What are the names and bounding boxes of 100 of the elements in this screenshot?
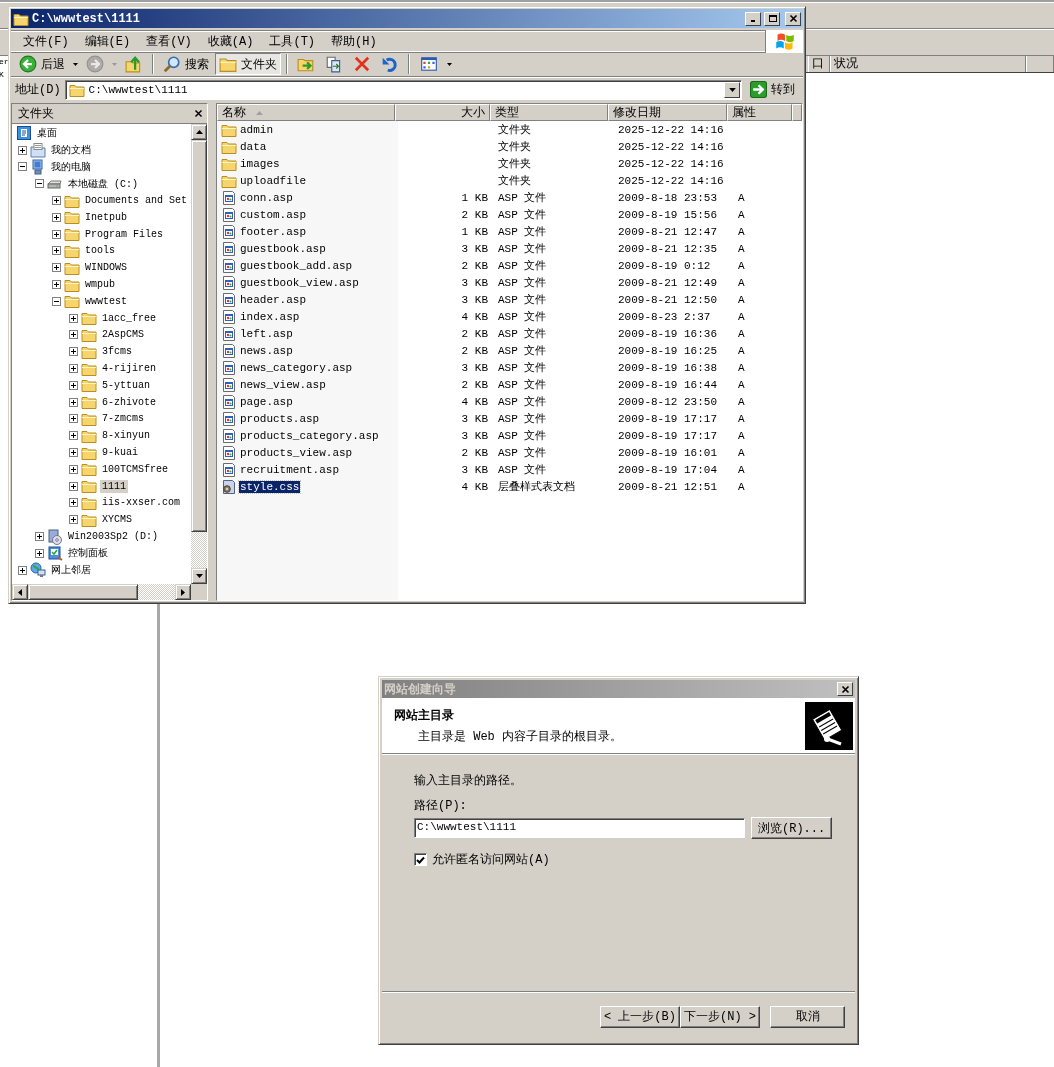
address-field[interactable]: C:\wwwtest\1111: [64, 79, 742, 100]
expand-toggle[interactable]: [69, 464, 78, 474]
file-name[interactable]: conn.asp: [239, 191, 294, 204]
scroll-left-button[interactable]: [12, 584, 28, 600]
column-header[interactable]: 口: [808, 56, 830, 72]
expand-toggle[interactable]: [52, 212, 61, 222]
tree-item[interactable]: wmpub: [83, 278, 117, 292]
folders-button[interactable]: 文件夹: [215, 53, 281, 75]
file-name[interactable]: images: [239, 157, 281, 170]
expand-toggle[interactable]: [69, 380, 78, 390]
file-name[interactable]: guestbook_add.asp: [239, 259, 354, 272]
tree-item[interactable]: WINDOWS: [83, 261, 129, 275]
file-name[interactable]: products.asp: [239, 412, 321, 425]
tree-item[interactable]: 我的电脑: [49, 159, 93, 175]
expand-toggle[interactable]: [69, 481, 78, 491]
expand-toggle[interactable]: [35, 548, 44, 558]
expand-toggle[interactable]: [35, 532, 44, 541]
expand-toggle[interactable]: [69, 364, 78, 374]
back-button[interactable]: < 上一步(B): [599, 1005, 680, 1028]
expand-toggle[interactable]: [69, 330, 78, 340]
file-name[interactable]: footer.asp: [239, 225, 307, 238]
scroll-down-button[interactable]: [191, 568, 207, 584]
tree-item[interactable]: 控制面板: [66, 545, 110, 562]
file-name[interactable]: news.asp: [239, 344, 294, 357]
tree-item[interactable]: 4-rijiren: [100, 362, 158, 376]
tree-item[interactable]: 5-yttuan: [100, 378, 152, 392]
expand-toggle[interactable]: [69, 397, 78, 407]
tree-item[interactable]: 1acc_free: [100, 311, 158, 325]
file-name[interactable]: admin: [239, 123, 274, 136]
back-button[interactable]: 后退: [15, 53, 69, 75]
expand-toggle[interactable]: [69, 448, 78, 458]
tree-item[interactable]: 我的文档: [49, 142, 93, 159]
next-button[interactable]: 下一步(N) >: [680, 1005, 760, 1028]
tree-item[interactable]: 桌面: [35, 125, 59, 142]
expand-toggle[interactable]: [52, 263, 61, 273]
vertical-scrollbar[interactable]: [191, 124, 207, 584]
file-name[interactable]: recruitment.asp: [239, 463, 341, 476]
expand-toggle[interactable]: [69, 515, 78, 525]
expand-toggle[interactable]: [69, 347, 78, 357]
column-header[interactable]: 修改日期: [608, 104, 727, 121]
tree-item[interactable]: 本地磁盘 (C:): [66, 175, 140, 192]
expand-toggle[interactable]: [52, 196, 61, 206]
tree-item[interactable]: 1111: [100, 479, 128, 493]
expand-toggle[interactable]: [52, 296, 61, 306]
menu-item[interactable]: 收藏(A): [199, 30, 262, 52]
file-name[interactable]: guestbook.asp: [239, 242, 327, 255]
tree-item[interactable]: iis-xxser.com: [100, 496, 182, 510]
column-header[interactable]: 名称: [217, 104, 396, 121]
expand-toggle[interactable]: [69, 313, 78, 323]
path-field[interactable]: C:\wwwtest\1111: [414, 818, 745, 838]
tree-item[interactable]: tools: [83, 244, 117, 258]
file-name[interactable]: products_category.asp: [239, 429, 380, 442]
menu-item[interactable]: 工具(T): [261, 30, 324, 52]
file-name[interactable]: products_view.asp: [239, 446, 354, 459]
column-header[interactable]: 类型: [490, 104, 609, 121]
file-name[interactable]: left.asp: [239, 327, 294, 340]
tree-item[interactable]: 3fcms: [100, 345, 134, 359]
tree-item[interactable]: Inetpub: [83, 210, 129, 224]
tree-item[interactable]: 6-zhivote: [100, 395, 158, 409]
file-name[interactable]: index.asp: [239, 310, 301, 323]
scroll-right-button[interactable]: [175, 584, 191, 600]
search-button[interactable]: 搜索: [159, 53, 213, 75]
scroll-up-button[interactable]: [191, 124, 207, 140]
file-name[interactable]: page.asp: [239, 395, 294, 408]
horizontal-scrollbar[interactable]: [12, 584, 207, 600]
column-header[interactable]: 属性: [726, 104, 792, 121]
cancel-button[interactable]: 取消: [770, 1005, 845, 1028]
expand-toggle[interactable]: [69, 498, 78, 508]
tree-item[interactable]: 7-zmcms: [100, 412, 146, 426]
file-name[interactable]: news_category.asp: [239, 361, 354, 374]
column-header[interactable]: 大小: [395, 104, 491, 121]
file-name[interactable]: header.asp: [239, 293, 307, 306]
expand-toggle[interactable]: [52, 280, 61, 290]
column-header[interactable]: 状况: [830, 56, 1026, 72]
expand-toggle[interactable]: [52, 246, 61, 256]
expand-toggle[interactable]: [18, 145, 27, 155]
file-name[interactable]: data: [239, 140, 268, 153]
tree-item[interactable]: wwwtest: [83, 294, 129, 308]
expand-toggle[interactable]: [69, 414, 78, 424]
close-button[interactable]: [194, 109, 203, 118]
checkbox[interactable]: [414, 853, 427, 866]
file-name[interactable]: custom.asp: [239, 208, 307, 221]
browse-button[interactable]: 浏览(R)...: [751, 817, 833, 839]
go-button[interactable]: 转到: [746, 78, 799, 101]
tree-item[interactable]: Program Files: [83, 227, 165, 241]
minimize-button[interactable]: [745, 11, 761, 26]
tree-item[interactable]: Win2003Sp2 (D:): [66, 530, 160, 543]
expand-toggle[interactable]: [18, 565, 27, 575]
expand-toggle[interactable]: [69, 431, 78, 441]
menu-item[interactable]: 编辑(E): [76, 30, 139, 52]
tree-item[interactable]: 100TCMSfree: [100, 462, 170, 476]
maximize-button[interactable]: [764, 11, 780, 26]
tree-item[interactable]: XYCMS: [100, 513, 134, 527]
file-name[interactable]: uploadfile: [239, 174, 307, 187]
tree-item[interactable]: 8-xinyun: [100, 429, 152, 443]
dropdown-button[interactable]: [724, 81, 740, 98]
menu-item[interactable]: 文件(F): [15, 30, 77, 52]
tree-item[interactable]: 9-kuai: [100, 446, 140, 460]
tree-item[interactable]: Documents and Set: [83, 194, 190, 208]
menu-item[interactable]: 帮助(H): [323, 30, 385, 52]
